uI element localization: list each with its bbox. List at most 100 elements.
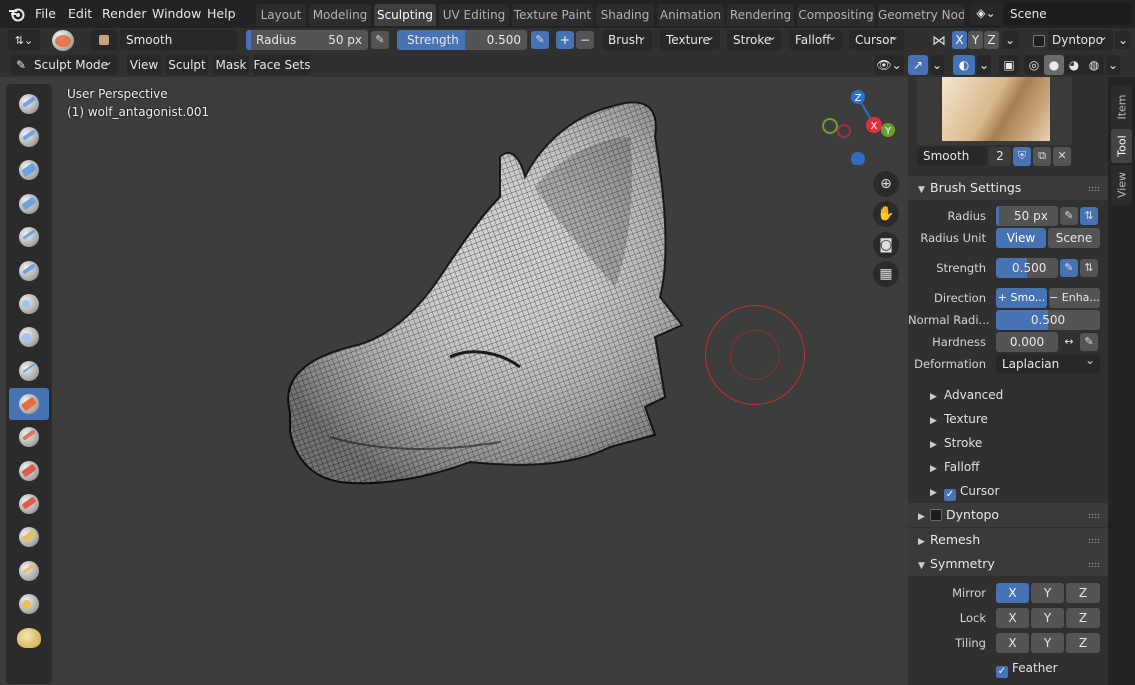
dyntopo-menu[interactable]: Dyntopo: [1048, 30, 1113, 50]
tab-rendering[interactable]: Rendering: [727, 4, 794, 26]
brush-settings-header[interactable]: ▼ Brush Settings: [908, 176, 1108, 200]
tiling-y-button[interactable]: Y: [1031, 633, 1064, 653]
tool-draw-sharp[interactable]: [9, 121, 49, 153]
hardness-slider[interactable]: 0.000: [996, 332, 1058, 352]
header-mirror-x[interactable]: X: [952, 31, 967, 49]
drag-grip-icon[interactable]: [1088, 538, 1100, 543]
tool-settings-button[interactable]: ⇅⌄: [8, 30, 40, 50]
lock-x-button[interactable]: X: [996, 608, 1029, 628]
hardness-invert-arrows-icon[interactable]: ↔: [1060, 333, 1078, 351]
tool-inflate[interactable]: [9, 288, 49, 320]
sculpt-menu[interactable]: Sculpt: [166, 55, 208, 75]
zoom-icon[interactable]: ⊕: [873, 171, 899, 197]
dyntopo-checkbox[interactable]: [1033, 35, 1045, 47]
scene-selector-button[interactable]: ◈⌄: [970, 3, 1002, 25]
strength-slider[interactable]: Strength 0.500: [397, 30, 527, 50]
strength-curve-icon[interactable]: ⇅: [1080, 259, 1098, 277]
direction-smooth-button[interactable]: + Smo...: [996, 288, 1047, 308]
tab-tool[interactable]: Tool: [1111, 129, 1132, 163]
tab-geometry-nodes[interactable]: Geometry Nod: [878, 4, 964, 26]
tab-view[interactable]: View: [1111, 165, 1132, 205]
hardness-pressure-icon[interactable]: ✎: [1080, 333, 1098, 351]
mask-menu[interactable]: Mask: [213, 55, 249, 75]
brush-preview-icon[interactable]: [52, 30, 74, 51]
stroke-menu[interactable]: Stroke: [727, 30, 782, 50]
tab-item[interactable]: Item: [1111, 85, 1132, 129]
radius-curve-icon[interactable]: ⇅: [1080, 207, 1098, 225]
tab-uv-editing[interactable]: UV Editing: [439, 4, 509, 26]
tool-crease[interactable]: [9, 355, 49, 387]
subpanel-texture[interactable]: ▶ Texture: [930, 409, 988, 429]
tool-smooth[interactable]: [9, 388, 49, 420]
visibility-menu[interactable]: 👁⌄: [874, 55, 904, 75]
tab-compositing[interactable]: Compositing: [797, 4, 875, 26]
dyntopo-section-header[interactable]: ▶ Dyntopo: [908, 503, 1108, 527]
drag-grip-icon[interactable]: [1088, 562, 1100, 567]
symmetry-section-header[interactable]: ▼ Symmetry: [908, 552, 1108, 576]
texture-menu[interactable]: Texture: [660, 30, 720, 50]
xray-toggle-button[interactable]: ▣: [999, 55, 1019, 75]
subpanel-falloff[interactable]: ▶ Falloff: [930, 457, 979, 477]
fake-user-shield-icon[interactable]: ⛨: [1013, 147, 1031, 166]
mirror-x-button[interactable]: X: [996, 583, 1029, 603]
tiling-x-button[interactable]: X: [996, 633, 1029, 653]
radius-slider[interactable]: Radius 50 px: [246, 30, 368, 50]
lock-y-button[interactable]: Y: [1031, 608, 1064, 628]
mode-selector[interactable]: ✎ Sculpt Mode: [10, 55, 118, 75]
tab-layout[interactable]: Layout: [256, 4, 306, 26]
drag-grip-icon[interactable]: [1088, 513, 1100, 518]
sidebar-radius-slider[interactable]: 50 px: [996, 206, 1058, 226]
gizmo-options[interactable]: ⌄: [930, 55, 944, 75]
brush-menu[interactable]: Brush: [602, 30, 652, 50]
tool-layer[interactable]: [9, 255, 49, 287]
camera-icon[interactable]: ◙: [873, 232, 899, 258]
subpanel-advanced[interactable]: ▶ Advanced: [930, 385, 1003, 405]
strength-pressure-icon[interactable]: ✎: [531, 31, 549, 49]
direction-enhance-button[interactable]: − Enha...: [1049, 288, 1100, 308]
tool-draw[interactable]: [9, 88, 49, 120]
brush-user-count[interactable]: 2: [989, 147, 1011, 166]
header-extra-menu[interactable]: ⌄: [1115, 31, 1131, 49]
brush-datablock-name[interactable]: Smooth: [917, 147, 987, 166]
strength-pressure-pen-icon[interactable]: ✎: [1060, 259, 1078, 277]
tool-clay-thumb[interactable]: [9, 221, 49, 253]
menu-window[interactable]: Window: [152, 0, 201, 28]
mirror-options-button[interactable]: ⌄: [1002, 31, 1018, 49]
3d-viewport[interactable]: User Perspective (1) wolf_antagonist.001: [0, 77, 908, 685]
shading-options[interactable]: ⌄: [1106, 55, 1120, 75]
menu-file[interactable]: File: [35, 0, 56, 28]
sidebar-strength-slider[interactable]: 0.500: [996, 258, 1058, 278]
tab-sculpting[interactable]: Sculpting: [374, 4, 436, 26]
tool-blob[interactable]: [9, 321, 49, 353]
feather-option[interactable]: ✓ Feather: [996, 658, 1058, 678]
tiling-z-button[interactable]: Z: [1066, 633, 1100, 653]
tool-elastic-deform[interactable]: [9, 622, 49, 654]
tab-animation[interactable]: Animation: [657, 4, 724, 26]
view-menu[interactable]: View: [127, 55, 161, 75]
cursor-checkbox[interactable]: ✓: [944, 489, 956, 501]
tool-grab[interactable]: [9, 588, 49, 620]
header-mirror-z[interactable]: Z: [984, 31, 999, 49]
unlink-brush-close-icon[interactable]: ✕: [1053, 147, 1071, 166]
tool-pinch[interactable]: [9, 555, 49, 587]
duplicate-brush-icon[interactable]: ⧉: [1033, 147, 1051, 166]
tab-shading[interactable]: Shading: [596, 4, 654, 26]
tab-modeling[interactable]: Modeling: [309, 4, 371, 26]
shading-wireframe-button[interactable]: ◎: [1024, 55, 1044, 75]
gizmo-toggle-button[interactable]: ↗: [908, 55, 928, 75]
header-mirror-y[interactable]: Y: [968, 31, 983, 49]
scene-name-field[interactable]: Scene: [1004, 3, 1132, 25]
menu-edit[interactable]: Edit: [68, 0, 92, 28]
pan-hand-icon[interactable]: ✋: [873, 201, 899, 227]
shading-solid-button[interactable]: ●: [1044, 55, 1064, 75]
falloff-menu[interactable]: Falloff: [789, 30, 842, 50]
tool-fill[interactable]: [9, 455, 49, 487]
normal-radius-slider[interactable]: 0.500: [996, 310, 1100, 330]
overlays-options[interactable]: ⌄: [977, 55, 991, 75]
mirror-y-button[interactable]: Y: [1031, 583, 1064, 603]
subpanel-cursor[interactable]: ▶ ✓ Cursor: [930, 481, 999, 501]
radius-unit-scene-button[interactable]: Scene: [1048, 228, 1100, 248]
menu-help[interactable]: Help: [207, 0, 236, 28]
feather-checkbox[interactable]: ✓: [996, 666, 1008, 678]
tool-flatten[interactable]: [9, 421, 49, 453]
